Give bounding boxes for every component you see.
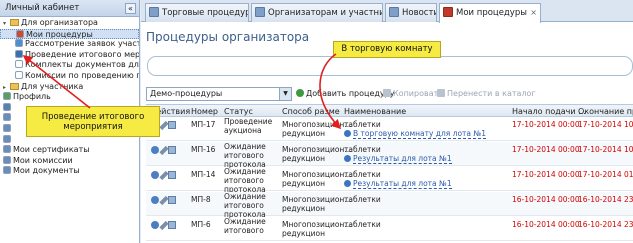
arrow-to-final-event-item xyxy=(22,55,91,109)
arrow-to-trading-room-link xyxy=(319,53,342,130)
annotation-arrows xyxy=(22,53,342,130)
